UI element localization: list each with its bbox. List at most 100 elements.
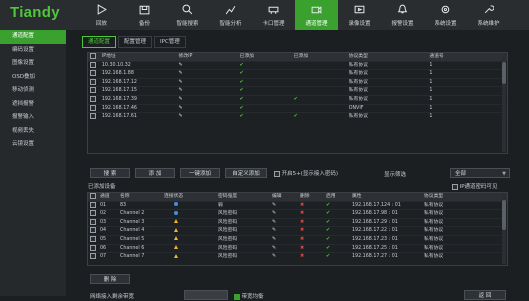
delete-icon[interactable]: ✖ [300,210,304,216]
nav-item-2[interactable]: 智能搜索 [166,0,209,30]
add-button[interactable]: 添 加 [135,168,175,178]
edit-icon[interactable]: ✎ [179,105,183,111]
check-icon[interactable]: ✔ [326,210,330,216]
check-icon[interactable]: ✔ [326,245,330,251]
edit-cell[interactable]: ✎ [270,253,298,261]
table-row[interactable]: 05 Channel 5 风险密码 ✎ ✖ ✔ 192.168.17.23 : 01 私有协议 [88,234,507,244]
delete-icon[interactable]: ✖ [300,219,304,225]
return-button[interactable]: 返 回 [464,290,506,300]
search-button[interactable]: 搜 索 [90,168,130,178]
enable-cell[interactable]: ✔ [324,253,350,261]
enable-cell[interactable]: ✔ [324,202,350,210]
tab-2[interactable]: IPC管理 [154,36,186,48]
edit-icon[interactable]: ✎ [179,70,183,76]
sidebar-item-3[interactable]: OSD叠加 [0,71,66,85]
scroll-thumb[interactable] [502,62,506,84]
delete-cell[interactable]: ✖ [298,245,324,253]
balance-checkbox[interactable] [234,293,240,300]
row-checkbox[interactable] [90,61,96,68]
enable-cell[interactable]: ✔ [324,219,350,227]
sidebar-item-2[interactable]: 图像设置 [0,57,66,71]
enable-password-option[interactable]: 开启5+(显示接入密码) [274,169,338,177]
password-visible-option[interactable]: IP通道密码可见 [452,182,498,190]
select-all-checkbox[interactable] [90,193,96,199]
table-row[interactable]: 192.168.17.46 ✎ ✔ ONVIF 1 [88,103,507,113]
edit-ip-cell[interactable]: ✎ [177,96,238,104]
table-row[interactable]: 192.168.1.88 ✎ ✔ 私有协议 1 [88,69,507,78]
row-checkbox[interactable] [90,87,96,94]
nav-item-5[interactable]: 通道管理 [295,0,338,30]
row-checkbox-cell[interactable] [88,235,98,244]
sidebar-item-5[interactable]: 遮挡报警 [0,98,66,112]
delete-icon[interactable]: ✖ [300,253,304,259]
edit-icon[interactable]: ✎ [272,253,276,259]
edit-ip-cell[interactable]: ✎ [177,70,238,78]
display-filter-select[interactable]: 全部 ▼ [450,168,510,178]
row-checkbox[interactable] [90,244,96,251]
delete-icon[interactable]: ✖ [300,245,304,251]
edit-icon[interactable]: ✎ [272,202,276,208]
search-table-scrollbar[interactable] [502,54,506,152]
row-checkbox-cell[interactable] [88,253,98,261]
edit-ip-cell[interactable]: ✎ [177,79,238,87]
delete-icon[interactable]: ✖ [300,227,304,233]
table-row[interactable]: 03 Channel 3 风险密码 ✎ ✖ ✔ 192.168.17.29 : 01 私有协议 [88,217,507,227]
tab-1[interactable]: 配置管理 [118,36,153,48]
edit-cell[interactable]: ✎ [270,219,298,227]
row-checkbox-cell[interactable] [88,70,100,78]
row-checkbox-cell[interactable] [88,104,100,113]
sidebar-item-4[interactable]: 移动侦测 [0,84,66,98]
delete-cell[interactable]: ✖ [298,202,324,210]
select-all-checkbox[interactable] [90,53,96,59]
edit-icon[interactable]: ✎ [179,62,183,68]
delete-cell[interactable]: ✖ [298,236,324,244]
edit-ip-cell[interactable]: ✎ [177,62,238,70]
nav-item-7[interactable]: 报警设置 [381,0,424,30]
check-icon[interactable]: ✔ [326,202,330,208]
row-checkbox[interactable] [90,210,96,217]
row-checkbox[interactable] [90,113,96,120]
row-checkbox[interactable] [90,201,96,208]
row-checkbox-cell[interactable] [88,201,98,210]
check-icon[interactable]: ✔ [326,253,330,259]
scroll-thumb[interactable] [502,200,506,230]
delete-icon[interactable]: ✖ [300,202,304,208]
table-row[interactable]: 192.168.17.15 ✎ ✔ 私有协议 1 [88,86,507,95]
table-row[interactable]: 192.168.17.39 ✎ ✔ ✔ 私有协议 1 [88,94,507,104]
sidebar-item-0[interactable]: 通道配置 [0,30,66,44]
row-checkbox-cell[interactable] [88,113,100,121]
edit-icon[interactable]: ✎ [272,245,276,251]
table-row[interactable]: 04 Channel 4 风险密码 ✎ ✖ ✔ 192.168.17.22 : 01 私有协议 [88,226,507,235]
edit-icon[interactable]: ✎ [179,87,183,93]
select-all-checkbox-cell[interactable] [88,193,98,201]
tab-0[interactable]: 通道配置 [82,36,117,48]
row-checkbox[interactable] [90,235,96,242]
row-checkbox-cell[interactable] [88,218,98,227]
nav-item-8[interactable]: 系统设置 [424,0,467,30]
enable-cell[interactable]: ✔ [324,210,350,218]
row-checkbox[interactable] [90,227,96,234]
row-checkbox[interactable] [90,78,96,85]
check-icon[interactable]: ✔ [326,227,330,233]
edit-icon[interactable]: ✎ [179,96,183,102]
row-checkbox[interactable] [90,218,96,225]
nav-item-4[interactable]: 卡口管理 [252,0,295,30]
row-checkbox[interactable] [90,95,96,102]
table-row[interactable]: 192.168.17.61 ✎ ✔ ✔ 私有协议 1 [88,112,507,121]
edit-cell[interactable]: ✎ [270,202,298,210]
edit-icon[interactable]: ✎ [179,113,183,119]
password-visible-checkbox[interactable] [452,183,458,190]
row-checkbox-cell[interactable] [88,87,100,95]
edit-icon[interactable]: ✎ [272,210,276,216]
nav-item-9[interactable]: 系统维护 [467,0,510,30]
edit-icon[interactable]: ✎ [272,219,276,225]
row-checkbox-cell[interactable] [88,227,98,235]
table-row[interactable]: 02 Channel 2 风险密码 ✎ ✖ ✔ 192.168.17.98 : 01 私有协议 [88,209,507,218]
table-row[interactable]: 01 83 弱 ✎ ✖ ✔ 192.168.17.124 : 01 私有协议 [88,200,507,210]
enable-cell[interactable]: ✔ [324,245,350,253]
sidebar-item-6[interactable]: 报警输入 [0,111,66,125]
edit-ip-cell[interactable]: ✎ [177,105,238,113]
edit-icon[interactable]: ✎ [272,236,276,242]
custom-add-button[interactable]: 自定义添加 [225,168,267,178]
sidebar-item-7[interactable]: 视频丢失 [0,125,66,139]
